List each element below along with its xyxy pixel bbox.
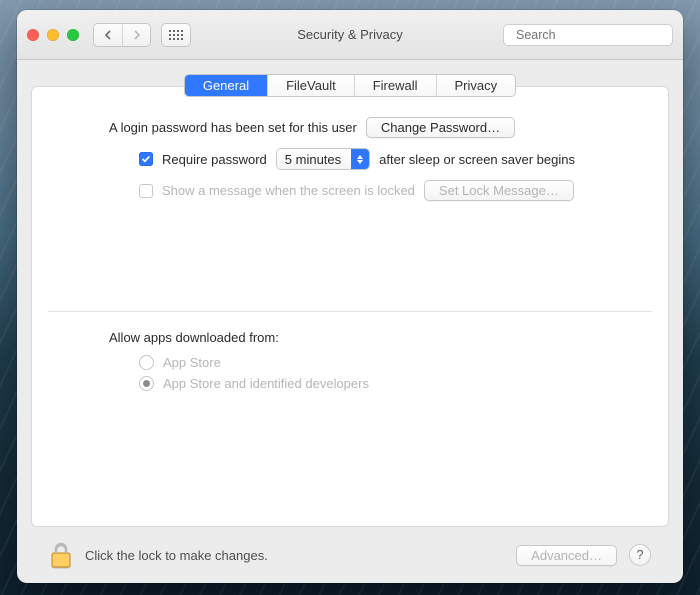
search-field[interactable]: [503, 24, 673, 46]
stepper-caret-icon: [351, 149, 369, 169]
footer: Click the lock to make changes. Advanced…: [31, 527, 669, 583]
require-password-label-after: after sleep or screen saver begins: [379, 152, 575, 167]
section-divider: [48, 311, 652, 312]
grid-icon: [169, 30, 183, 40]
show-lock-message-label: Show a message when the screen is locked: [162, 183, 415, 198]
zoom-window-button[interactable]: [67, 29, 79, 41]
change-password-button[interactable]: Change Password…: [366, 117, 515, 138]
tab-bar: General FileVault Firewall Privacy: [184, 74, 516, 97]
require-password-delay-value: 5 minutes: [277, 149, 351, 169]
forward-button[interactable]: [122, 24, 150, 46]
login-password-label: A login password has been set for this u…: [109, 120, 357, 135]
general-panel: A login password has been set for this u…: [31, 86, 669, 527]
window-controls: [27, 29, 79, 41]
checkmark-icon: [141, 154, 151, 164]
chevron-left-icon: [104, 30, 113, 40]
require-password-delay-select[interactable]: 5 minutes: [276, 148, 370, 170]
gatekeeper-section-label: Allow apps downloaded from:: [109, 330, 646, 345]
lock-hint-text: Click the lock to make changes.: [85, 548, 268, 563]
minimize-window-button[interactable]: [47, 29, 59, 41]
gatekeeper-option-identified-label: App Store and identified developers: [163, 376, 369, 391]
back-button[interactable]: [94, 24, 122, 46]
preferences-window: Security & Privacy General FileVault Fir…: [17, 10, 683, 583]
tab-filevault[interactable]: FileVault: [267, 75, 354, 96]
require-password-checkbox[interactable]: [139, 152, 153, 166]
tab-general[interactable]: General: [185, 75, 267, 96]
titlebar: Security & Privacy: [17, 10, 683, 60]
chevron-right-icon: [132, 30, 141, 40]
tab-privacy[interactable]: Privacy: [436, 75, 516, 96]
require-password-label-before: Require password: [162, 152, 267, 167]
advanced-button[interactable]: Advanced…: [516, 545, 617, 566]
nav-back-forward: [93, 23, 151, 47]
close-window-button[interactable]: [27, 29, 39, 41]
search-input[interactable]: [514, 27, 679, 43]
show-lock-message-checkbox[interactable]: [139, 184, 153, 198]
set-lock-message-button: Set Lock Message…: [424, 180, 574, 201]
show-all-button[interactable]: [161, 23, 191, 47]
help-button[interactable]: ?: [629, 544, 651, 566]
gatekeeper-option-appstore: [139, 355, 154, 370]
tab-firewall[interactable]: Firewall: [354, 75, 436, 96]
gatekeeper-option-appstore-label: App Store: [163, 355, 221, 370]
gatekeeper-option-identified: [139, 376, 154, 391]
lock-icon[interactable]: [49, 541, 73, 569]
